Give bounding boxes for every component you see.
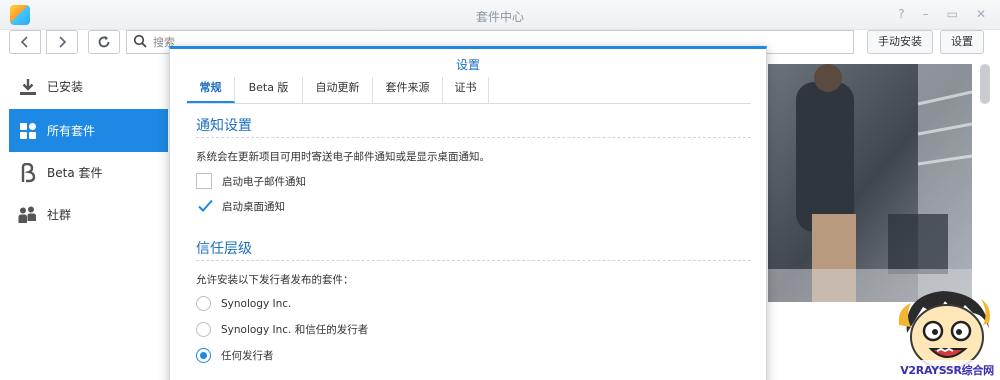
option-label: 任何发行者 bbox=[221, 350, 274, 362]
option-label: 启动电子邮件通知 bbox=[222, 175, 306, 188]
chevron-left-icon bbox=[20, 36, 28, 48]
trust-any-publisher-radio[interactable] bbox=[196, 348, 211, 363]
sidebar-item-community[interactable]: 社群 bbox=[9, 193, 168, 236]
divider bbox=[196, 260, 751, 261]
beta-icon bbox=[17, 162, 39, 183]
dialog-title: 设置 bbox=[455, 58, 480, 72]
sidebar-item-installed[interactable]: 已安装 bbox=[9, 65, 168, 108]
tab-certificate[interactable]: 证书 bbox=[443, 77, 489, 103]
desktop-notification-option[interactable]: 启动桌面通知 bbox=[196, 198, 285, 214]
refresh-button[interactable] bbox=[88, 30, 120, 54]
option-label: 启动桌面通知 bbox=[222, 200, 285, 213]
back-button[interactable] bbox=[9, 30, 41, 54]
title-bar: 套件中心 ? – ▭ ✕ bbox=[0, 0, 1000, 30]
email-notification-option[interactable]: 启动电子邮件通知 bbox=[196, 173, 306, 189]
trust-synology-trusted-radio[interactable] bbox=[196, 322, 211, 337]
email-notification-checkbox[interactable] bbox=[196, 173, 212, 189]
banner-image bbox=[768, 64, 972, 302]
minimize-icon[interactable]: – bbox=[923, 7, 929, 21]
option-label: Synology Inc. bbox=[221, 297, 292, 310]
window-controls: ? – ▭ ✕ bbox=[898, 7, 986, 21]
option-label: Synology Inc. 和信任的发行者 bbox=[221, 324, 369, 336]
tab-auto-update[interactable]: 自动更新 bbox=[303, 77, 373, 103]
sidebar-item-label: Beta 套件 bbox=[47, 166, 103, 180]
tab-general[interactable]: 常规 bbox=[187, 77, 235, 103]
tab-beta[interactable]: Beta 版 bbox=[235, 77, 303, 103]
desktop-notification-checkbox[interactable] bbox=[196, 198, 213, 214]
trust-synology-radio[interactable] bbox=[196, 296, 211, 311]
trust-synology-trusted-option[interactable]: Synology Inc. 和信任的发行者 bbox=[196, 322, 368, 337]
sidebar-item-all-packages[interactable]: 所有套件 bbox=[9, 109, 168, 152]
search-icon bbox=[133, 34, 147, 48]
maximize-icon[interactable]: ▭ bbox=[947, 7, 958, 21]
trust-level-heading: 信任层级 bbox=[196, 241, 252, 257]
watermark-text: V2RAYSSR综合网 bbox=[900, 364, 994, 377]
trust-level-description: 允许安装以下发行者发布的套件： bbox=[196, 274, 354, 286]
mascot-watermark: V2RAYSSR综合网 bbox=[893, 285, 1000, 380]
close-icon[interactable]: ✕ bbox=[976, 7, 986, 21]
window-title: 套件中心 bbox=[475, 10, 524, 24]
help-icon[interactable]: ? bbox=[898, 7, 904, 21]
forward-button[interactable] bbox=[46, 30, 78, 54]
trust-synology-option[interactable]: Synology Inc. bbox=[196, 296, 291, 311]
tab-package-sources[interactable]: 套件来源 bbox=[373, 77, 443, 103]
sidebar: 已安装 所有套件 Beta 套件 社群 bbox=[0, 64, 170, 380]
dialog-tabs: 常规 Beta 版 自动更新 套件来源 证书 bbox=[187, 77, 751, 104]
trust-any-publisher-option[interactable]: 任何发行者 bbox=[196, 348, 274, 363]
settings-button[interactable]: 设置 bbox=[940, 30, 984, 54]
sidebar-item-label: 所有套件 bbox=[47, 124, 96, 138]
settings-dialog: 设置 常规 Beta 版 自动更新 套件来源 证书 通知设置 系统会在更新项目可… bbox=[169, 46, 767, 380]
refresh-icon bbox=[98, 36, 110, 48]
chevron-right-icon bbox=[59, 36, 67, 48]
sidebar-item-label: 已安装 bbox=[47, 80, 84, 94]
notification-settings-heading: 通知设置 bbox=[196, 118, 252, 134]
grid-icon bbox=[17, 121, 39, 141]
sidebar-item-label: 社群 bbox=[47, 208, 72, 222]
community-icon bbox=[17, 205, 39, 225]
manual-install-button[interactable]: 手动安装 bbox=[867, 30, 933, 54]
checkmark-icon bbox=[198, 199, 213, 212]
download-icon bbox=[17, 77, 39, 97]
sidebar-item-beta[interactable]: Beta 套件 bbox=[9, 151, 168, 194]
divider bbox=[196, 137, 751, 138]
notification-description: 系统会在更新项目可用时寄送电子邮件通知或是显示桌面通知。 bbox=[196, 151, 490, 163]
scrollbar[interactable] bbox=[980, 64, 990, 104]
